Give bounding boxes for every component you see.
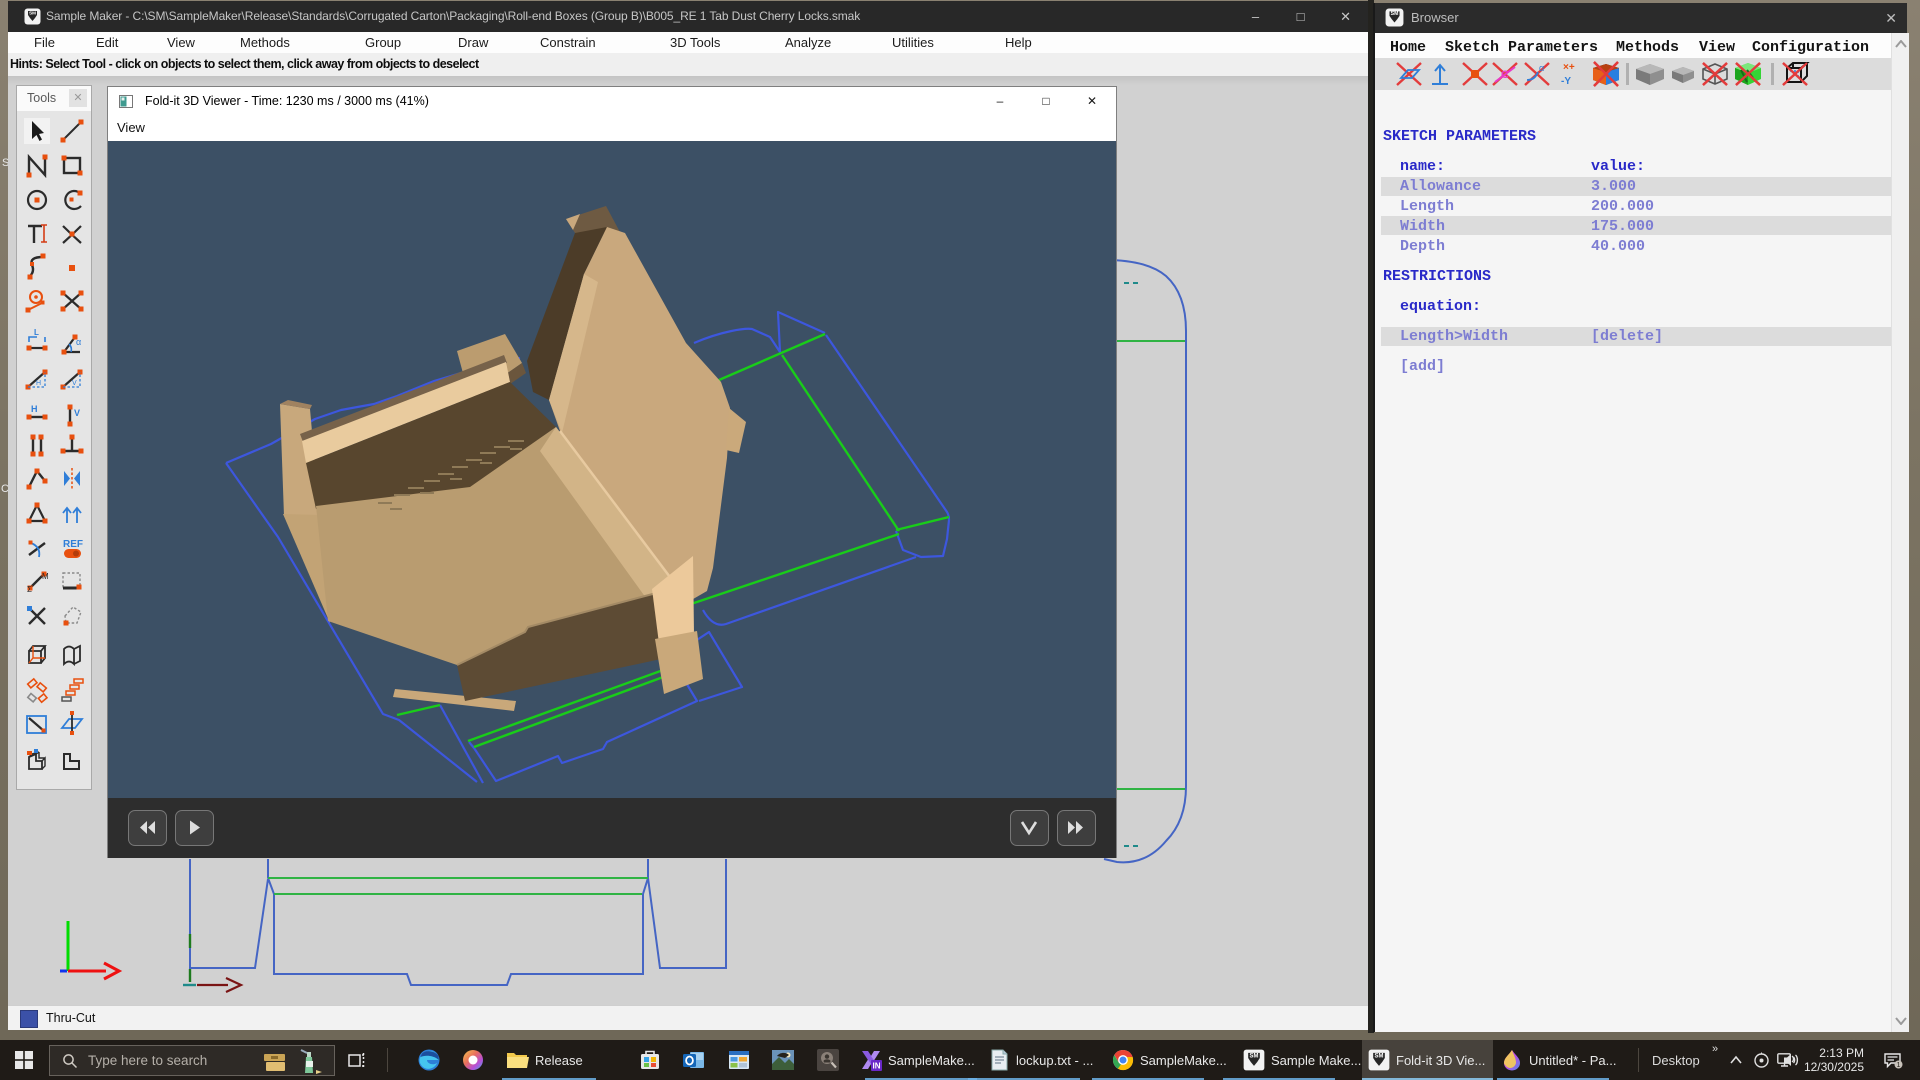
svg-text:IN: IN bbox=[873, 1062, 881, 1071]
svg-text:SM: SM bbox=[29, 10, 36, 15]
svg-text:α: α bbox=[76, 337, 81, 347]
svg-text:L: L bbox=[34, 328, 39, 337]
svg-text:H: H bbox=[31, 404, 38, 414]
svg-text:α: α bbox=[1539, 63, 1544, 73]
svg-text:Σ: Σ bbox=[27, 585, 32, 594]
svg-text:H: H bbox=[36, 380, 41, 387]
svg-text:SM: SM bbox=[1375, 1053, 1384, 1059]
svg-text:M: M bbox=[42, 572, 49, 581]
svg-text:SM: SM bbox=[1250, 1053, 1259, 1059]
svg-text:SM: SM bbox=[1391, 11, 1399, 17]
svg-text:V: V bbox=[74, 408, 80, 418]
svg-text:REF: REF bbox=[63, 539, 83, 550]
svg-text:×+: ×+ bbox=[1563, 62, 1575, 73]
svg-text:C: C bbox=[1501, 69, 1509, 81]
svg-text:1: 1 bbox=[1897, 1062, 1901, 1069]
svg-text:V: V bbox=[72, 380, 77, 387]
svg-text:-Y: -Y bbox=[1561, 76, 1571, 87]
